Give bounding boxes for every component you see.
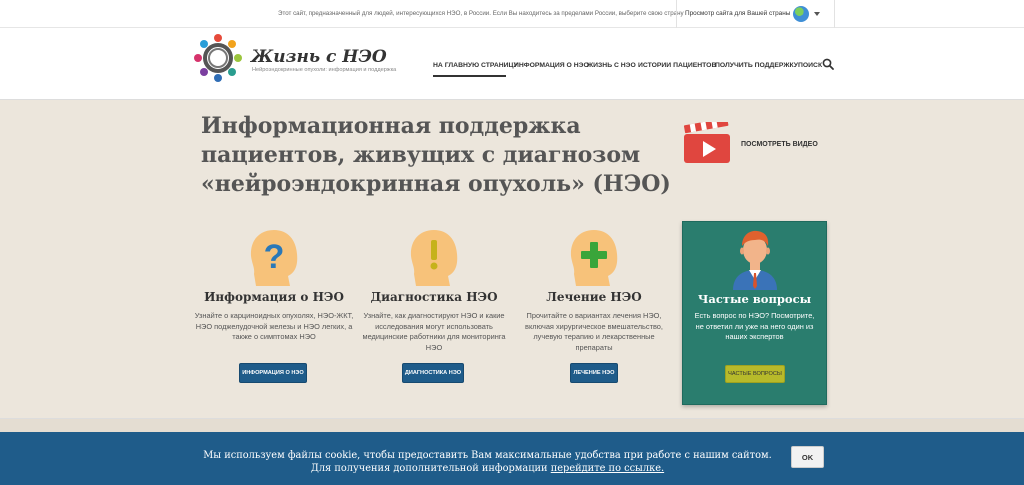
feature-description: Узнайте о карциноидных опухолях, НЭО-ЖКТ… xyxy=(194,311,354,341)
expert-avatar-icon xyxy=(733,230,777,290)
brand-title[interactable]: Жизнь с НЭО xyxy=(251,47,387,67)
feature-title: Лечение НЭО xyxy=(546,290,642,304)
cookie-accept-button[interactable]: OK xyxy=(791,446,824,468)
nav-active-indicator xyxy=(433,75,506,77)
nav-home[interactable]: НА ГЛАВНУЮ СТРАНИЦУ xyxy=(433,62,518,69)
cookie-line-1: Мы используем файлы cookie, чтобы предос… xyxy=(203,450,772,461)
faq-button[interactable]: ЧАСТЫЕ ВОПРОСЫ xyxy=(725,365,785,383)
nav-living-with-neo[interactable]: ЖИЗНЬ С НЭО xyxy=(587,62,636,69)
feature-card-treatment: Лечение НЭО Прочитайте о вариантах лечен… xyxy=(514,228,674,383)
nav-search[interactable]: ПОИСК xyxy=(798,62,822,69)
region-notice: Этот сайт, предназначенный для людей, ин… xyxy=(278,10,684,17)
feature-title: Информация о НЭО xyxy=(204,290,344,304)
brand-subtitle: Нейроэндокринные опухоли: информация и п… xyxy=(252,67,397,73)
chevron-down-icon[interactable] xyxy=(814,12,820,16)
plus-head-icon xyxy=(570,230,618,286)
feature-description: Прочитайте о вариантах лечения НЭО, вклю… xyxy=(525,311,663,352)
treatment-neo-button[interactable]: ЛЕЧЕНИЕ НЭО xyxy=(570,363,618,383)
faq-description: Есть вопрос по НЭО? Посмотрите, не ответ… xyxy=(694,311,815,341)
cookie-more-info-link[interactable]: перейдите по ссылке. xyxy=(551,463,664,474)
divider xyxy=(676,0,677,28)
video-clapper-icon[interactable] xyxy=(683,122,731,164)
diagnosis-neo-button[interactable]: ДИАГНОСТИКА НЭО xyxy=(402,363,464,383)
nav-about-neo[interactable]: ИНФОРМАЦИЯ О НЭО xyxy=(514,62,589,69)
section-divider xyxy=(0,418,1024,432)
feature-card-diagnosis: Диагностика НЭО Узнайте, как диагностиру… xyxy=(354,228,514,383)
faq-title: Частые вопросы xyxy=(697,292,812,306)
faq-card: Частые вопросы Есть вопрос по НЭО? Посмо… xyxy=(682,221,827,405)
search-icon[interactable] xyxy=(822,58,834,70)
nav-get-support[interactable]: ПОЛУЧИТЬ ПОДДЕРЖКУ xyxy=(715,62,798,69)
top-notice-bar: Этот сайт, предназначенный для людей, ин… xyxy=(0,0,1024,28)
country-selector-label[interactable]: Просмотр сайта для Вашей страны xyxy=(685,10,790,17)
hero-title: Информационная поддержка пациентов, живу… xyxy=(201,113,671,197)
divider xyxy=(834,0,835,28)
nav-patient-stories[interactable]: ИСТОРИИ ПАЦИЕНТОВ xyxy=(638,62,716,69)
info-neo-button[interactable]: ИНФОРМАЦИЯ О НЭО xyxy=(239,363,307,383)
watch-video-link[interactable]: ПОСМОТРЕТЬ ВИДЕО xyxy=(741,141,818,148)
cookie-line-2-text: Для получения дополнительной информации xyxy=(310,463,551,474)
globe-icon[interactable] xyxy=(793,6,809,22)
feature-description: Узнайте, как диагностируют НЭО и какие и… xyxy=(362,311,506,352)
cookie-message: Мы используем файлы cookie, чтобы предос… xyxy=(195,449,780,475)
question-head-icon: ? xyxy=(250,230,298,286)
exclamation-head-icon xyxy=(410,230,458,286)
feature-title: Диагностика НЭО xyxy=(370,290,498,304)
feature-card-info: ? Информация о НЭО Узнайте о карциноидны… xyxy=(194,228,354,383)
svg-text:?: ? xyxy=(264,238,285,276)
logo-icon[interactable] xyxy=(192,32,244,84)
cookie-line-2: Для получения дополнительной информации … xyxy=(195,462,780,475)
